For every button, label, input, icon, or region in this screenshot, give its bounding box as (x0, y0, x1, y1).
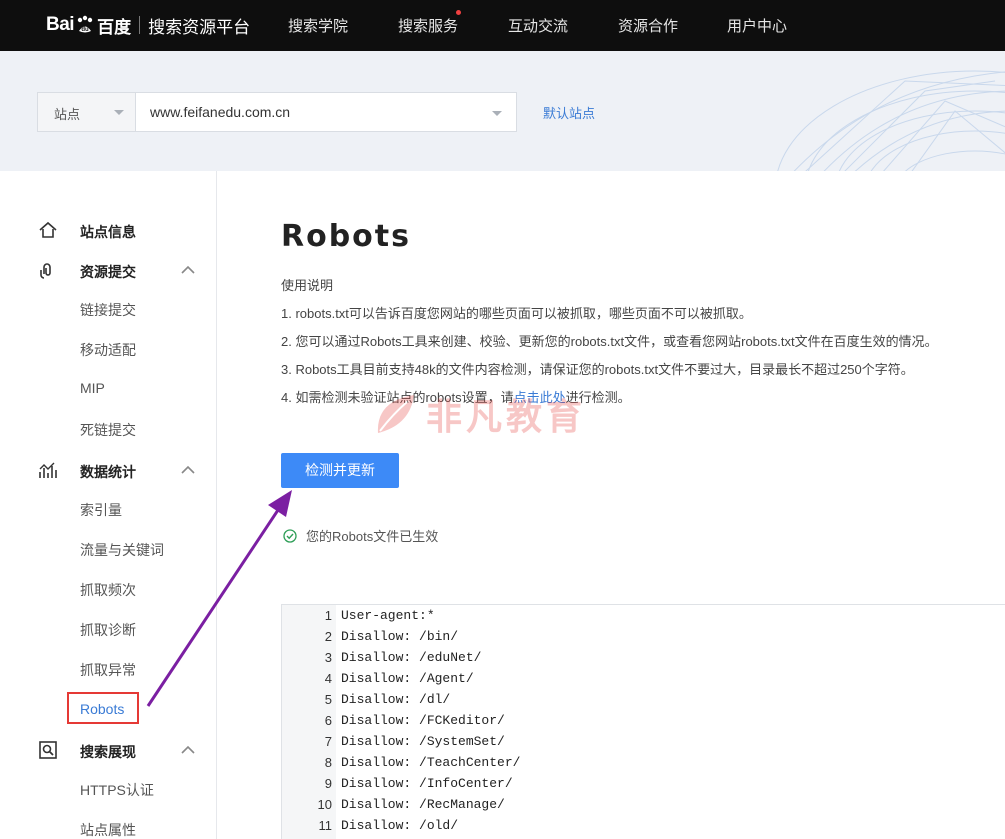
leaf-icon (377, 395, 414, 433)
nav-interaction[interactable]: 互动交流 (508, 15, 568, 36)
line-text: Disallow: /eduNet/ (341, 650, 482, 665)
code-line: 3 Disallow: /eduNet/ (282, 650, 1005, 671)
sidebar-label: 数据统计 (80, 464, 136, 480)
code-line: 10 Disallow: /RecManage/ (282, 797, 1005, 818)
sidebar-item-traffic-keywords[interactable]: 流量与关键词 (80, 540, 164, 560)
site-type-label: 站点 (54, 107, 81, 122)
site-url-value: www.feifanedu.com.cn (150, 104, 291, 120)
sidebar-item-dead-link[interactable]: 死链提交 (80, 420, 136, 440)
code-line: 4 Disallow: /Agent/ (282, 671, 1005, 692)
chevron-up-icon[interactable] (181, 745, 195, 755)
instruction-line: 3. Robots工具目前支持48k的文件内容检测，请保证您的robots.tx… (281, 362, 914, 377)
line-number: 10 (317, 797, 332, 812)
search-display-icon (39, 741, 57, 759)
sidebar-item-crawl-frequency[interactable]: 抓取频次 (80, 580, 136, 600)
chevron-up-icon[interactable] (181, 465, 195, 475)
platform-name: 搜索资源平台 (148, 17, 251, 37)
home-icon (39, 221, 57, 238)
sidebar-label: 站点信息 (80, 224, 136, 240)
code-line: 1 User-agent:* (282, 608, 1005, 629)
page-title: Robots (281, 219, 411, 254)
line-text: Disallow: /TeachCenter/ (341, 755, 521, 770)
line-text: Disallow: /RecManage/ (341, 797, 505, 812)
line-text: User-agent:* (341, 608, 435, 623)
nav-search-academy[interactable]: 搜索学院 (288, 15, 348, 36)
code-line: 5 Disallow: /dl/ (282, 692, 1005, 713)
line-number: 8 (324, 755, 332, 770)
line-number: 3 (324, 650, 332, 665)
line-text: Disallow: /InfoCenter/ (341, 776, 513, 791)
line-number: 1 (324, 608, 332, 623)
sidebar-item-robots[interactable]: Robots (67, 692, 139, 724)
line-number: 7 (324, 734, 332, 749)
sidebar-item-index-volume[interactable]: 索引量 (80, 500, 122, 520)
line-text: Disallow: /SystemSet/ (341, 734, 505, 749)
link-icon (40, 263, 51, 279)
sidebar-item-site-attributes[interactable]: 站点属性 (80, 820, 136, 839)
nav-resource-cooperation[interactable]: 资源合作 (618, 15, 678, 36)
paw-icon: du (77, 15, 93, 33)
notification-dot (456, 10, 461, 15)
code-line: 7 Disallow: /SystemSet/ (282, 734, 1005, 755)
code-line: 2 Disallow: /bin/ (282, 629, 1005, 650)
main-content: Robots 使用说明 1. robots.txt可以告诉百度您网站的哪些页面可… (218, 171, 1005, 839)
sidebar-group-search-display[interactable]: 搜索展现 (0, 735, 217, 765)
sidebar-group-resource-submit[interactable]: 资源提交 (0, 255, 217, 285)
sidebar-item-crawl-diagnosis[interactable]: 抓取诊断 (80, 620, 136, 640)
sidebar: 站点信息 资源提交 链接提交 移动适配 MIP 死链提交 数据统计 索引量 流量… (0, 171, 217, 839)
sidebar-label: 搜索展现 (80, 744, 136, 760)
check-and-update-button[interactable]: 检测并更新 (281, 453, 399, 488)
nav-search-services[interactable]: 搜索服务 (398, 15, 458, 36)
instruction-line: 2. 您可以通过Robots工具来创建、校验、更新您的robots.txt文件，… (281, 334, 938, 349)
code-line: 6 Disallow: /FCKeditor/ (282, 713, 1005, 734)
chevron-down-icon (114, 110, 124, 115)
logo-divider (139, 16, 141, 34)
nav-user-center[interactable]: 用户中心 (727, 15, 787, 36)
top-nav: Bai du 百度 搜索资源平台 搜索学院 搜索服务 互动交流 资源合作 用户中… (0, 0, 1005, 51)
line-number: 5 (324, 692, 332, 707)
watermark-text: 非凡教育 (426, 396, 587, 437)
line-number: 11 (318, 818, 333, 833)
site-selector[interactable]: 站点 www.feifanedu.com.cn (37, 92, 517, 132)
sidebar-item-mobile-adapt[interactable]: 移动适配 (80, 340, 136, 360)
line-text: Disallow: /FCKeditor/ (341, 713, 505, 728)
line-number: 9 (324, 776, 332, 791)
logo-bai-text: Bai (46, 14, 75, 35)
default-site-link[interactable]: 默认站点 (543, 103, 595, 122)
chevron-down-icon[interactable] (492, 111, 502, 116)
sidebar-item-robots-label: Robots (80, 701, 125, 717)
robots-file-viewer[interactable]: 1 User-agent:* 2 Disallow: /bin/3 Disallow: … (281, 604, 1005, 839)
site-banner: 站点 www.feifanedu.com.cn 默认站点 (0, 51, 1005, 171)
instructions-heading: 使用说明 (281, 278, 334, 293)
logo-chinese-text: 百度 (97, 17, 132, 37)
chevron-up-icon[interactable] (181, 265, 195, 275)
instruction-line: 1. robots.txt可以告诉百度您网站的哪些页面可以被抓取，哪些页面不可以… (281, 306, 752, 321)
line-number: 6 (324, 713, 332, 728)
sidebar-item-crawl-errors[interactable]: 抓取异常 (80, 660, 136, 680)
site-type-dropdown[interactable]: 站点 (38, 93, 136, 131)
watermark: 非凡教育 (370, 388, 586, 440)
sidebar-label: 资源提交 (80, 264, 136, 280)
check-circle-icon (283, 528, 297, 543)
globe-decoration (777, 70, 1005, 171)
status-text: 您的Robots文件已生效 (306, 529, 439, 544)
logo-du-text: du (81, 27, 89, 33)
line-number: 2 (324, 629, 332, 644)
sidebar-item-site-info[interactable]: 站点信息 (0, 215, 217, 245)
line-text: Disallow: /Agent/ (341, 671, 474, 686)
line-text: Disallow: /bin/ (341, 629, 459, 644)
sidebar-group-data-stats[interactable]: 数据统计 (0, 455, 217, 485)
chart-icon (39, 462, 57, 478)
sidebar-item-mip[interactable]: MIP (80, 380, 105, 396)
code-line: 9 Disallow: /InfoCenter/ (282, 776, 1005, 797)
sidebar-item-https[interactable]: HTTPS认证 (80, 780, 154, 800)
line-text: Disallow: /dl/ (341, 692, 451, 707)
line-text: Disallow: /old/ (341, 818, 459, 833)
code-line: 11 Disallow: /old/ (282, 818, 1005, 839)
sidebar-item-link-submit[interactable]: 链接提交 (80, 300, 136, 320)
baidu-logo[interactable]: Bai du 百度 搜索资源平台 (46, 10, 250, 40)
code-line: 8 Disallow: /TeachCenter/ (282, 755, 1005, 776)
line-number: 4 (324, 671, 332, 686)
status-message: 您的Robots文件已生效 (283, 526, 438, 545)
